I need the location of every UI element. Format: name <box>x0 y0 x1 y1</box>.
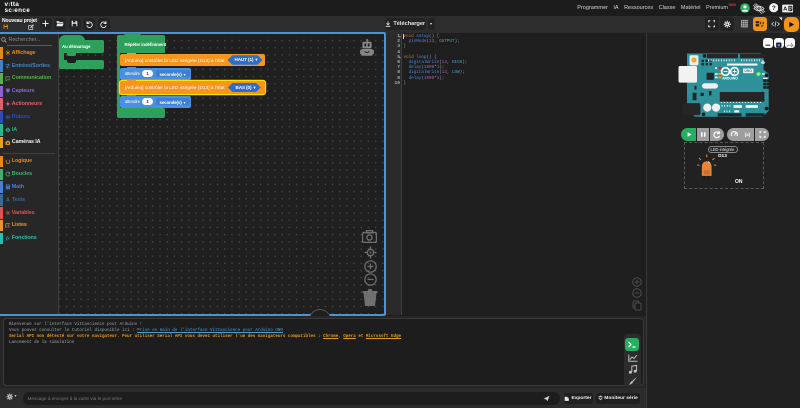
svg-text:A: A <box>783 6 787 12</box>
svg-text:A: A <box>6 198 10 203</box>
svg-text:UNO: UNO <box>744 69 752 73</box>
svg-text:fx: fx <box>5 237 10 241</box>
svg-text:?: ? <box>771 5 775 12</box>
svg-text:ARDUINO: ARDUINO <box>722 76 738 80</box>
